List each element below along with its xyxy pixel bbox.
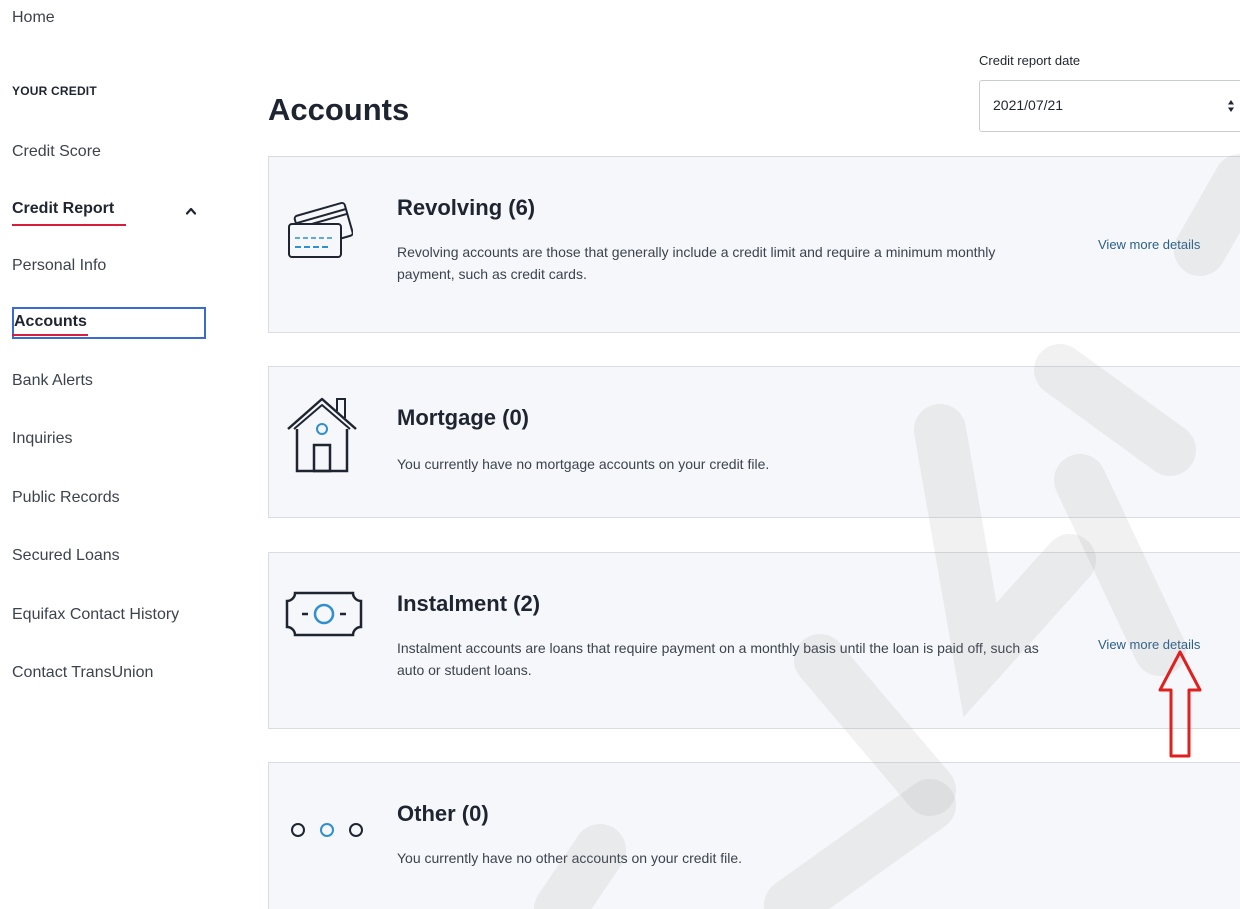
annotation-arrow-icon bbox=[1158, 650, 1202, 758]
other-title: Other (0) bbox=[397, 801, 489, 826]
other-description: You currently have no other accounts on … bbox=[397, 850, 743, 866]
sidebar-item-accounts-label: Accounts bbox=[14, 313, 87, 330]
revolving-card: Revolving (6) Revolving accounts are tho… bbox=[268, 156, 1240, 333]
sidebar-item-secured-loans[interactable]: Secured Loans bbox=[12, 547, 120, 565]
sidebar-item-credit-score[interactable]: Credit Score bbox=[12, 143, 101, 161]
mortgage-card: Mortgage (0) You currently have no mortg… bbox=[268, 366, 1240, 518]
active-item-underline bbox=[12, 334, 88, 336]
banknote-icon bbox=[285, 591, 363, 637]
instalment-title: Instalment (2) bbox=[397, 591, 541, 616]
sidebar-home-link[interactable]: Home bbox=[12, 9, 55, 27]
mortgage-title: Mortgage (0) bbox=[397, 405, 529, 430]
sidebar-item-public-records[interactable]: Public Records bbox=[12, 489, 120, 507]
three-circles-icon bbox=[291, 823, 363, 837]
revolving-view-details-link[interactable]: View more details bbox=[1098, 237, 1200, 252]
instalment-card: Instalment (2) Instalment accounts are l… bbox=[268, 552, 1240, 729]
sidebar-item-contact-transunion[interactable]: Contact TransUnion bbox=[12, 664, 153, 682]
select-arrows-icon bbox=[1228, 100, 1234, 112]
chevron-up-icon[interactable] bbox=[186, 206, 196, 216]
credit-cards-icon bbox=[288, 201, 353, 258]
house-icon bbox=[287, 397, 357, 473]
sidebar-item-bank-alerts[interactable]: Bank Alerts bbox=[12, 372, 93, 390]
sidebar-item-inquiries[interactable]: Inquiries bbox=[12, 430, 72, 448]
revolving-description: Revolving accounts are those that genera… bbox=[397, 244, 996, 282]
sidebar-item-equifax-contact-history[interactable]: Equifax Contact History bbox=[12, 606, 179, 624]
sidebar-section-heading: YOUR CREDIT bbox=[12, 84, 97, 98]
sidebar-item-credit-report[interactable]: Credit Report bbox=[12, 200, 114, 218]
mortgage-description: You currently have no mortgage accounts … bbox=[397, 456, 770, 472]
credit-report-date-label: Credit report date bbox=[979, 53, 1081, 68]
credit-report-date-select[interactable]: 2021/07/21 bbox=[979, 80, 1240, 132]
active-group-underline bbox=[12, 224, 126, 226]
revolving-title: Revolving (6) bbox=[397, 195, 536, 220]
credit-report-date-value: 2021/07/21 bbox=[993, 97, 1064, 113]
page-title: Accounts bbox=[268, 92, 410, 127]
other-card: Other (0) You currently have no other ac… bbox=[268, 762, 1240, 909]
sidebar-item-personal-info[interactable]: Personal Info bbox=[12, 257, 106, 275]
instalment-description: Instalment accounts are loans that requi… bbox=[397, 640, 1039, 678]
